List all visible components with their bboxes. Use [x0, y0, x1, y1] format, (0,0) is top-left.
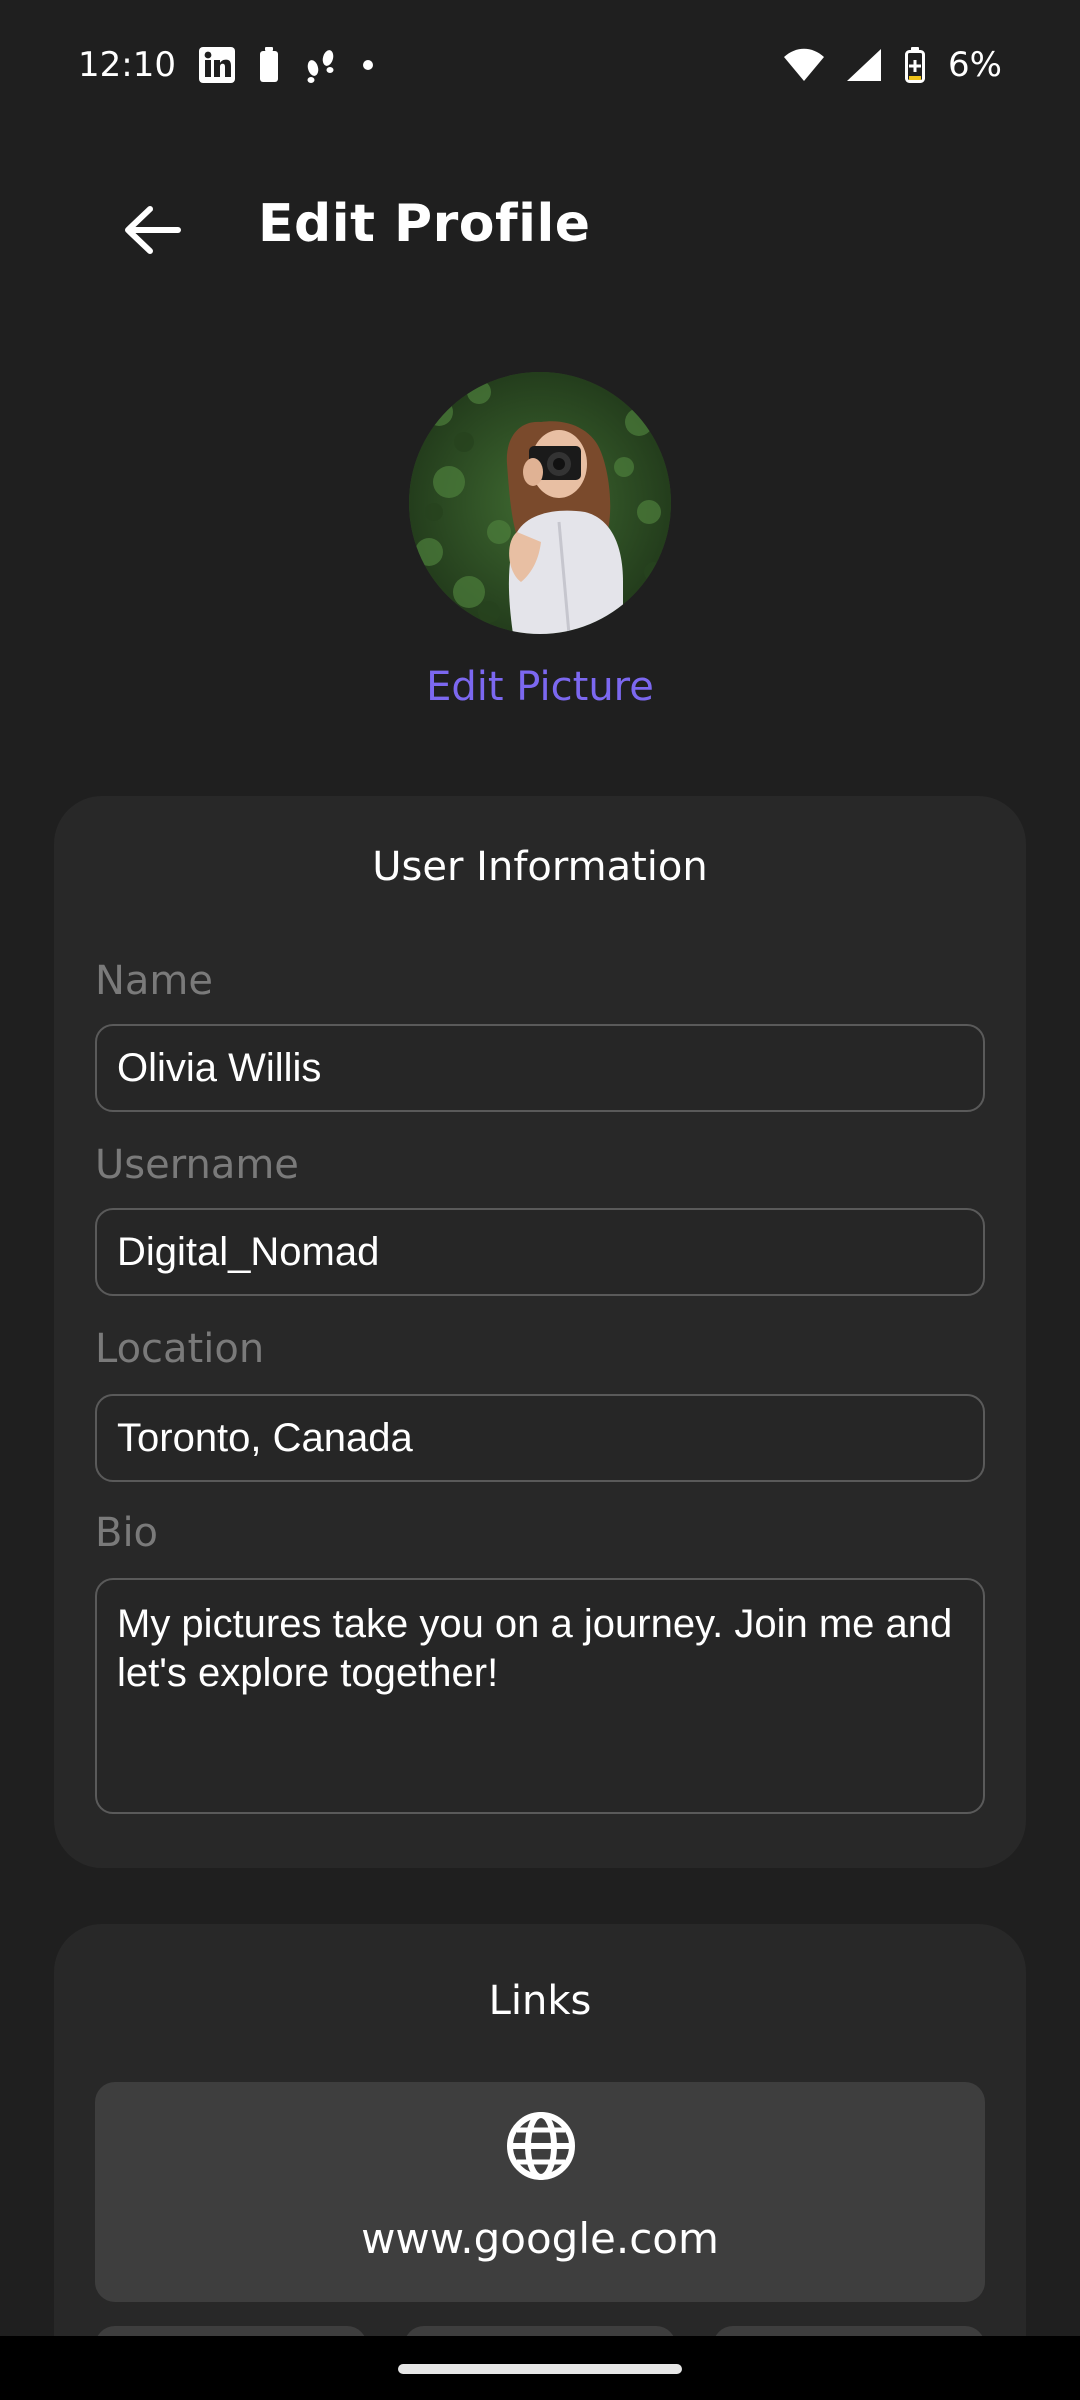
bio-field[interactable]: My pictures take you on a journey. Join …	[95, 1578, 985, 1814]
user-information-title: User Information	[372, 844, 708, 890]
bio-label: Bio	[95, 1510, 159, 1556]
username-field[interactable]: Digital_Nomad	[95, 1208, 985, 1296]
battery-saver-icon	[258, 47, 280, 83]
links-title: Links	[488, 1978, 592, 2024]
arrow-back-icon	[125, 206, 181, 254]
page-title: Edit Profile	[258, 194, 591, 254]
link-url: www.google.com	[361, 2214, 719, 2263]
username-label: Username	[95, 1142, 299, 1188]
steps-icon	[302, 46, 340, 84]
battery-icon	[904, 47, 926, 83]
back-button[interactable]	[110, 198, 194, 262]
status-left: 12:10	[78, 45, 374, 85]
wifi-icon	[784, 48, 825, 82]
status-bar: 12:10 6%	[0, 0, 1080, 130]
battery-percent: 6%	[948, 45, 1002, 85]
location-field[interactable]: Toronto, Canada	[95, 1394, 985, 1482]
globe-icon	[507, 2112, 575, 2180]
top-app-bar: Edit Profile	[0, 170, 1080, 290]
name-label: Name	[95, 958, 214, 1004]
linkedin-icon	[198, 46, 236, 84]
user-information-card: User Information Name Olivia Willis User…	[54, 796, 1026, 1868]
links-card: Links www.google.com	[54, 1924, 1026, 2400]
avatar[interactable]	[409, 372, 671, 634]
dot-icon	[362, 59, 374, 71]
location-label: Location	[95, 1326, 265, 1372]
home-gesture-handle[interactable]	[398, 2364, 682, 2374]
navigation-bar	[0, 2336, 1080, 2400]
edit-picture-button[interactable]: Edit Picture	[0, 664, 1080, 710]
signal-icon	[846, 48, 882, 82]
status-time: 12:10	[78, 45, 176, 85]
name-field[interactable]: Olivia Willis	[95, 1024, 985, 1112]
link-item[interactable]: www.google.com	[95, 2082, 985, 2302]
status-right: 6%	[784, 45, 1002, 85]
